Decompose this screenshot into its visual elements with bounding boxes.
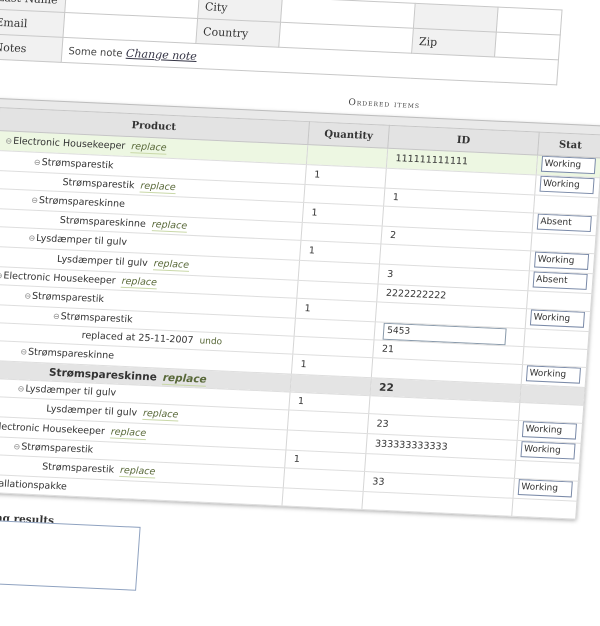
collapse-toggle-icon[interactable]: ⊖	[17, 384, 24, 393]
replace-link[interactable]: replace	[119, 464, 156, 479]
change-note-link[interactable]: Change note	[126, 46, 198, 62]
collapse-toggle-icon[interactable]: ⊖	[24, 291, 31, 300]
blank-label	[413, 3, 499, 33]
collapse-toggle-icon[interactable]: ⊖	[20, 347, 27, 356]
blank-field[interactable]	[496, 7, 563, 35]
status-select[interactable]: Working	[520, 441, 576, 460]
product-name: Lysdæmper til gulv	[25, 383, 117, 399]
notes-label: Notes	[0, 33, 63, 63]
collapse-toggle-icon[interactable]: ⊖	[28, 234, 35, 243]
product-name: Strømsparestik	[60, 311, 133, 326]
email-label: Email	[0, 9, 65, 38]
notes-text: Some note	[68, 45, 123, 60]
zip-field[interactable]	[494, 32, 561, 60]
status-cell: Absent	[527, 270, 594, 294]
product-name: Strømsparestik	[41, 461, 115, 476]
status-cell: Working	[529, 250, 595, 274]
status-select[interactable]: Absent	[532, 271, 588, 290]
status-cell: Working	[517, 420, 583, 444]
replace-link[interactable]: replace	[121, 275, 158, 290]
product-name: Electronic Housekeeper	[3, 270, 117, 287]
status-cell: Working	[515, 440, 582, 464]
collapse-toggle-icon[interactable]: ⊖	[13, 442, 20, 451]
status-select[interactable]: Working	[539, 175, 595, 195]
undo-link[interactable]: undo	[199, 336, 222, 347]
ordered-items-title: Ordered items	[348, 97, 421, 112]
quantity-cell	[281, 487, 364, 510]
collapse-toggle-icon[interactable]: ⊖	[34, 158, 41, 167]
status-select[interactable]: Working	[521, 421, 577, 440]
product-name: Strømspareskinne	[38, 194, 126, 210]
product-name: Strømsparestik	[41, 157, 114, 172]
product-name: Strømspareskinne	[48, 366, 158, 383]
status-select[interactable]: Absent	[536, 213, 592, 233]
product-name: Electronic Housekeeper	[0, 421, 106, 438]
collapse-toggle-icon[interactable]: ⊖	[31, 196, 38, 205]
product-name: Electronic Housekeeper	[12, 135, 126, 152]
ordered-items-table: Product Quantity ID Stat ⊖Electronic Hou…	[0, 107, 600, 520]
column-header-status[interactable]: Stat	[537, 132, 600, 158]
status-cell: Working	[536, 155, 600, 178]
replace-link[interactable]: replace	[139, 180, 177, 195]
zip-label: Zip	[411, 28, 497, 57]
replace-link[interactable]: replace	[153, 258, 190, 272]
collapse-toggle-icon[interactable]: ⊖	[53, 312, 60, 321]
product-name: Strømsparestik	[20, 441, 94, 456]
replace-link[interactable]: replace	[151, 219, 188, 233]
collapse-toggle-icon[interactable]: ⊖	[5, 136, 12, 145]
status-cell	[511, 498, 577, 520]
status-select[interactable]: Working	[534, 251, 590, 270]
replace-link[interactable]: replace	[110, 426, 147, 441]
product-name: Installationspakke	[0, 477, 68, 493]
product-name: Lysdæmper til gulv	[35, 232, 128, 248]
product-name: Strømsparestik	[31, 290, 105, 306]
replace-link[interactable]: replace	[142, 407, 179, 422]
status-select[interactable]: Working	[517, 479, 573, 498]
status-select[interactable]: Working	[540, 155, 597, 175]
replace-link[interactable]: replace	[130, 141, 167, 155]
page-scene: Last Name City Email Country Zip Notes S…	[0, 0, 600, 626]
customer-info-table: Last Name City Email Country Zip Notes S…	[0, 0, 563, 86]
status-cell: Working	[521, 364, 587, 388]
status-cell: Working	[512, 478, 579, 502]
product-name: Lysdæmper til gulv	[56, 253, 149, 269]
product-name: Strømsparestik	[62, 177, 135, 192]
testing-results-textarea[interactable]	[0, 519, 141, 591]
product-name: Strømspareskinne	[59, 214, 147, 230]
country-label: Country	[195, 18, 281, 48]
replace-link[interactable]: replace	[162, 371, 208, 387]
status-select[interactable]: Working	[525, 365, 581, 384]
product-name: replaced at 25-11-2007	[81, 330, 194, 347]
status-cell: Working	[525, 308, 591, 332]
ordered-items-body: ⊖Electronic Housekeeper replace 1111111111…	[0, 130, 600, 520]
status-cell: Working	[534, 175, 600, 198]
product-name: Strømspareskinne	[27, 346, 115, 362]
product-name: Lysdæmper til gulv	[45, 403, 138, 419]
status-select[interactable]: Working	[529, 309, 585, 328]
ordered-items-panel: Product Quantity ID Stat ⊖Electronic Hou…	[0, 97, 600, 520]
status-cell: Absent	[532, 212, 598, 236]
